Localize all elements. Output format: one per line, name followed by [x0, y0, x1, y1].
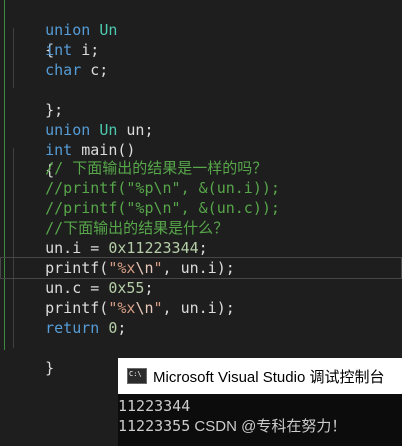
function-call: printf(: [45, 299, 109, 317]
debug-console-window[interactable]: Microsoft Visual Studio 调试控制台 11223344 1…: [118, 358, 402, 446]
output-line-1: 11223344: [118, 397, 191, 415]
string-literal: "%x: [108, 299, 136, 317]
type-name: Un: [99, 21, 118, 39]
code-line-16[interactable]: printf("%x\n", un.i);: [9, 298, 235, 318]
identifier: c;: [90, 61, 109, 79]
code-line-1[interactable]: union Un: [9, 0, 117, 39]
identifier: un.i =: [45, 239, 109, 257]
csdn-watermark: CSDN @专科在努力！: [190, 418, 347, 435]
semicolon: ;: [198, 239, 208, 257]
code-line-9[interactable]: // 下面输出的结果是一样的吗？: [9, 158, 267, 178]
code-line-13[interactable]: un.i = 0x11223344;: [9, 238, 208, 258]
keyword: char: [45, 61, 82, 79]
code-line-15[interactable]: un.c = 0x55;: [9, 278, 154, 298]
console-output[interactable]: 11223344 11223355 CSDN @专科在努力！: [118, 396, 402, 437]
identifier: un.c =: [45, 279, 109, 297]
identifier: i;: [81, 41, 100, 59]
comment: //printf("%p\n", &(un.i));: [45, 179, 280, 197]
keyword: int: [45, 41, 73, 59]
function-name: main(): [81, 141, 136, 159]
string-literal: "%x: [108, 259, 136, 277]
code-line-11[interactable]: //printf("%p\n", &(un.c));: [9, 198, 280, 218]
keyword: return: [45, 319, 100, 337]
number-literal: 0x55: [108, 279, 145, 297]
code-line-8[interactable]: {: [9, 140, 54, 179]
console-titlebar[interactable]: Microsoft Visual Studio 调试控制台: [118, 358, 402, 394]
brace: }: [45, 359, 55, 377]
code-line-2[interactable]: {: [9, 20, 54, 59]
code-line-3[interactable]: int i;: [9, 40, 99, 60]
escape-sequence: \n: [135, 259, 154, 277]
string-literal: ": [153, 299, 163, 317]
escape-sequence: \n: [135, 299, 154, 317]
function-call: printf(: [45, 259, 109, 277]
fold-indicator: [4, 0, 5, 350]
console-title: Microsoft Visual Studio 调试控制台: [153, 368, 385, 386]
semicolon: ;: [144, 279, 154, 297]
string-literal: ": [153, 259, 163, 277]
code-line-14-current[interactable]: printf("%x\n", un.i);: [0, 257, 402, 279]
comment: // 下面输出的结果是一样的吗？: [45, 159, 268, 177]
semicolon: ;: [117, 319, 127, 337]
code-line-10[interactable]: //printf("%p\n", &(un.i));: [9, 178, 280, 198]
comment: //下面输出的结果是什么？: [45, 219, 229, 237]
code-line-17[interactable]: return 0;: [9, 318, 126, 338]
arguments: , un.i);: [162, 299, 235, 317]
output-line-2: 11223355: [118, 417, 191, 435]
code-line-12[interactable]: //下面输出的结果是什么？: [9, 218, 228, 238]
code-line-5[interactable]: };: [9, 80, 63, 119]
code-line-4[interactable]: char c;: [9, 60, 108, 80]
comment: //printf("%p\n", &(un.c));: [45, 199, 280, 217]
code-line-6[interactable]: union Un un;: [9, 100, 153, 139]
arguments: , un.i);: [162, 259, 235, 277]
number-literal: 0x11223344: [108, 239, 199, 257]
code-line-18[interactable]: }: [9, 338, 54, 377]
code-line-7[interactable]: int main(): [9, 120, 135, 159]
console-app-icon: [127, 368, 147, 384]
